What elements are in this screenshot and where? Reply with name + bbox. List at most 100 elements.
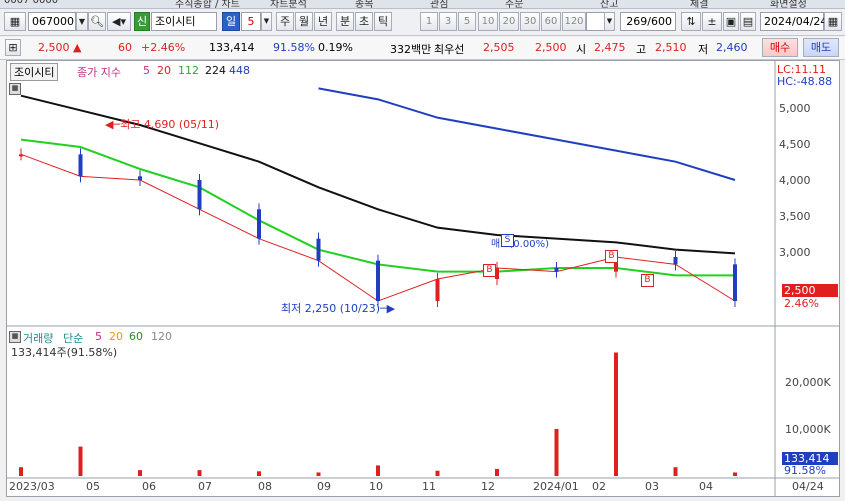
- price-tick: 3,000: [779, 246, 811, 259]
- period-second-button[interactable]: 초: [355, 12, 373, 31]
- x-tick: 12: [481, 480, 495, 493]
- interval-60-button[interactable]: 60: [541, 12, 561, 31]
- layout-icon[interactable]: ▦: [4, 12, 26, 31]
- candle-body: [78, 154, 83, 177]
- period-value-field[interactable]: 5: [241, 12, 261, 31]
- volume-bar: [19, 467, 23, 476]
- new-badge: 신: [134, 12, 150, 31]
- interval-120-button[interactable]: 120: [562, 12, 586, 31]
- ma448-line: [318, 87, 736, 181]
- buy-signal-icon[interactable]: B: [483, 264, 496, 277]
- stock-name-field[interactable]: 조이시티: [151, 12, 217, 31]
- price-tick: 4,500: [779, 138, 811, 151]
- x-tick: 04: [699, 480, 713, 493]
- ma5-legend: 5: [143, 64, 150, 77]
- candle-body: [316, 238, 321, 261]
- volume-ratio: 91.58%: [273, 41, 315, 54]
- calendar-icon[interactable]: ▦: [824, 12, 842, 31]
- chart-stock-tag[interactable]: 조이시티: [10, 63, 59, 81]
- print-icon[interactable]: ▤: [740, 12, 756, 31]
- period-minute-button[interactable]: 분: [336, 12, 354, 31]
- volume-bar: [197, 470, 202, 476]
- search-icon[interactable]: 🔍︎: [88, 12, 106, 31]
- interval-20-button[interactable]: 20: [499, 12, 519, 31]
- date-input[interactable]: 2024/04/24: [760, 12, 827, 31]
- interval-1-button[interactable]: 1: [420, 12, 438, 31]
- price-legend-title: 종가 지수: [77, 66, 121, 79]
- compare-icon[interactable]: ⇅: [681, 12, 701, 31]
- ma224-legend: 224: [205, 64, 226, 77]
- candle-body: [733, 264, 737, 301]
- volume-bar: [257, 471, 261, 476]
- x-tick: 2024/01: [533, 480, 579, 493]
- period-month-button[interactable]: 월: [295, 12, 313, 31]
- volume-bar: [733, 472, 737, 476]
- current-price-marker: 2,500: [782, 284, 838, 297]
- period-week-button[interactable]: 주: [276, 12, 294, 31]
- code-dropdown-icon[interactable]: ▼: [76, 12, 88, 31]
- period-daily-button[interactable]: 일: [222, 12, 240, 31]
- volume-bar: [376, 465, 380, 476]
- ma448-legend: 448: [229, 64, 250, 77]
- interval-3-button[interactable]: 3: [439, 12, 457, 31]
- x-tick: 10: [369, 480, 383, 493]
- vol-ma60-legend: 60: [129, 330, 143, 343]
- change-value: 60: [118, 41, 132, 54]
- indicator-icon[interactable]: ±: [702, 12, 722, 31]
- turnover-rate: 0.19%: [318, 41, 353, 54]
- x-tick: 2023/03: [9, 480, 55, 493]
- volume-bar: [673, 467, 678, 476]
- period-dropdown-icon[interactable]: ▼: [261, 12, 272, 31]
- volume-info: 133,414주(91.58%): [11, 346, 118, 359]
- interval-10-button[interactable]: 10: [478, 12, 498, 31]
- candle-body: [376, 260, 380, 301]
- trade-volume: 133,414: [209, 41, 255, 54]
- open-price: 2,475: [594, 41, 626, 54]
- volume-tick: 20,000K: [785, 376, 831, 389]
- candle-body: [19, 154, 23, 157]
- save-icon[interactable]: ▣: [723, 12, 739, 31]
- low-label: 저: [698, 43, 709, 56]
- volume-tick: 10,000K: [785, 423, 831, 436]
- x-end-label: 04/24: [792, 480, 824, 493]
- x-tick: 09: [317, 480, 331, 493]
- x-tick: 06: [142, 480, 156, 493]
- sell-signal-note: 매도(0.00%): [491, 239, 549, 250]
- current-pct-marker: 2.46%: [784, 297, 819, 310]
- vol-ma20-legend: 20: [109, 330, 123, 343]
- buy-signal-icon[interactable]: B: [605, 250, 618, 263]
- interval-5-button[interactable]: 5: [458, 12, 476, 31]
- open-label: 시: [576, 43, 587, 56]
- change-percent: +2.46%: [141, 41, 186, 54]
- period-tick-button[interactable]: 틱: [374, 12, 392, 31]
- change-arrow: ▲: [73, 41, 82, 54]
- buy-button[interactable]: 매수: [762, 38, 798, 57]
- speaker-icon[interactable]: ◀▾: [107, 12, 131, 31]
- best-bid: 2,500: [535, 41, 567, 54]
- max-price-note: ◀─최고 4,690 (05/11): [105, 118, 220, 131]
- current-price: 2,500: [38, 41, 70, 54]
- volume-bar: [78, 446, 83, 476]
- stock-code-input[interactable]: 067000: [28, 12, 76, 31]
- sell-signal-icon[interactable]: S: [501, 234, 514, 247]
- current-volume-pct: 91.58%: [784, 464, 826, 477]
- data-count-field[interactable]: 269/600: [620, 12, 676, 31]
- chart-area[interactable]: 조이시티 종가 지수 5 20 112 224 448 LC:11.11 HC:…: [6, 60, 840, 497]
- x-tick: 07: [198, 480, 212, 493]
- x-tick: 05: [86, 480, 100, 493]
- candle-body: [554, 268, 559, 272]
- volume-toggle-icon[interactable]: ▦: [9, 331, 21, 343]
- period-year-button[interactable]: 년: [314, 12, 332, 31]
- high-price: 2,510: [655, 41, 687, 54]
- ma20-legend: 20: [157, 64, 171, 77]
- sell-button[interactable]: 매도: [803, 38, 839, 57]
- buy-signal-icon[interactable]: B: [641, 274, 654, 287]
- volume-bar: [138, 470, 142, 476]
- expand-icon[interactable]: ⊞: [5, 39, 21, 56]
- grid-toggle-icon[interactable]: ▦: [9, 83, 21, 95]
- x-tick: 08: [258, 480, 272, 493]
- interval-dropdown-icon[interactable]: ▼: [604, 12, 615, 31]
- interval-30-button[interactable]: 30: [520, 12, 540, 31]
- price-tick: 4,000: [779, 174, 811, 187]
- x-tick: 02: [592, 480, 606, 493]
